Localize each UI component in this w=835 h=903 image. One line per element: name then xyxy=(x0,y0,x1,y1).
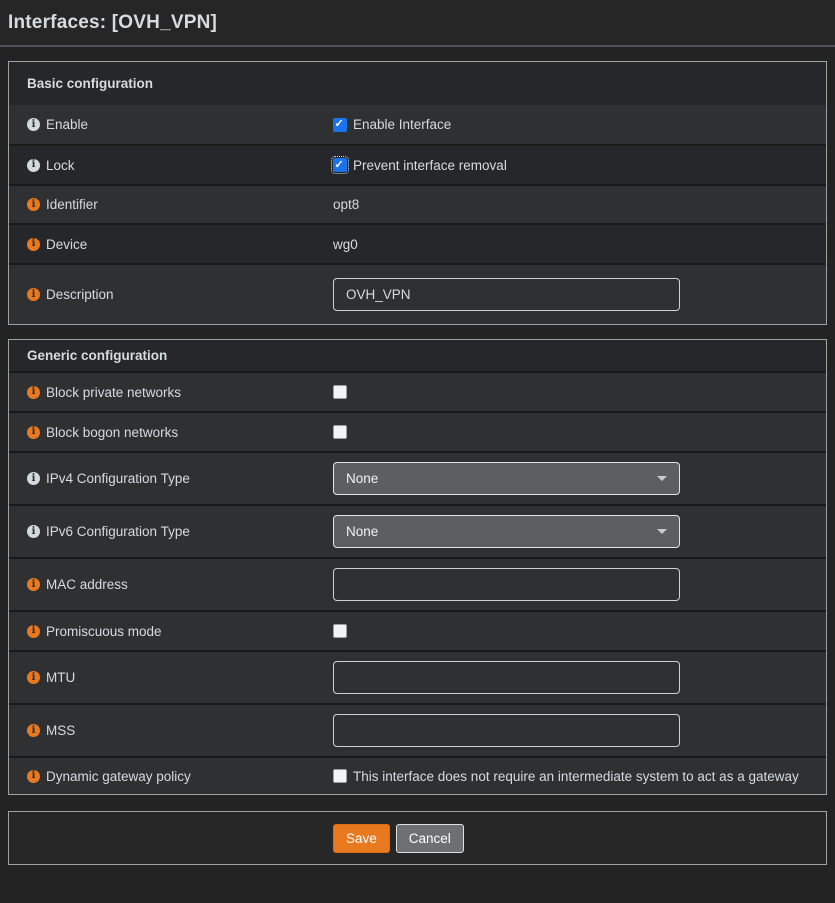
info-icon[interactable] xyxy=(27,198,40,211)
field-label: MAC address xyxy=(46,577,128,592)
content-area: Basic configuration Enable Enable Interf… xyxy=(0,61,835,865)
mac-address-input[interactable] xyxy=(333,568,680,601)
info-icon[interactable] xyxy=(27,724,40,737)
row-mss: MSS xyxy=(9,703,826,756)
row-description: Description xyxy=(9,263,826,324)
field-label: Device xyxy=(46,237,87,252)
field-label: Promiscuous mode xyxy=(46,624,162,639)
dynamic-gateway-policy-checkbox[interactable] xyxy=(333,769,347,783)
actions-panel: Save Cancel xyxy=(8,811,827,865)
field-label: Block private networks xyxy=(46,385,181,400)
info-icon[interactable] xyxy=(27,288,40,301)
generic-configuration-table: Generic configuration Block private netw… xyxy=(8,339,827,795)
save-button[interactable]: Save xyxy=(333,824,390,853)
info-icon[interactable] xyxy=(27,426,40,439)
field-label: MSS xyxy=(46,723,75,738)
info-icon[interactable] xyxy=(27,671,40,684)
info-icon[interactable] xyxy=(27,118,40,131)
info-icon[interactable] xyxy=(27,770,40,783)
section-header-generic: Generic configuration xyxy=(9,340,826,371)
row-promiscuous-mode: Promiscuous mode xyxy=(9,610,826,650)
info-icon[interactable] xyxy=(27,578,40,591)
row-mac-address: MAC address xyxy=(9,557,826,610)
field-label: Enable xyxy=(46,117,88,132)
row-identifier: Identifier opt8 xyxy=(9,184,826,223)
field-label: Dynamic gateway policy xyxy=(46,769,191,784)
row-ipv4-configuration-type: IPv4 Configuration Type None xyxy=(9,451,826,504)
row-dynamic-gateway-policy: Dynamic gateway policy This interface do… xyxy=(9,756,826,794)
checkbox-label: Prevent interface removal xyxy=(353,158,507,173)
mtu-input[interactable] xyxy=(333,661,680,694)
field-label: Description xyxy=(46,287,114,302)
block-private-networks-checkbox[interactable] xyxy=(333,385,347,399)
enable-checkbox[interactable] xyxy=(333,118,347,132)
checkbox-label: This interface does not require an inter… xyxy=(353,769,799,784)
info-icon[interactable] xyxy=(27,386,40,399)
mss-input[interactable] xyxy=(333,714,680,747)
info-icon[interactable] xyxy=(27,625,40,638)
field-label: Identifier xyxy=(46,197,98,212)
identifier-value: opt8 xyxy=(333,197,359,212)
select-value: None xyxy=(346,524,378,539)
block-bogon-networks-checkbox[interactable] xyxy=(333,425,347,439)
row-device: Device wg0 xyxy=(9,223,826,263)
lock-checkbox[interactable] xyxy=(333,158,347,172)
ipv4-configuration-type-select[interactable]: None xyxy=(333,462,680,495)
field-label: MTU xyxy=(46,670,75,685)
section-header-basic: Basic configuration xyxy=(9,62,826,105)
page-title: Interfaces: [OVH_VPN] xyxy=(8,12,217,34)
checkbox-label: Enable Interface xyxy=(353,117,451,132)
chevron-down-icon xyxy=(657,529,667,534)
info-icon[interactable] xyxy=(27,525,40,538)
chevron-down-icon xyxy=(657,476,667,481)
field-label: IPv4 Configuration Type xyxy=(46,471,190,486)
info-icon[interactable] xyxy=(27,472,40,485)
row-ipv6-configuration-type: IPv6 Configuration Type None xyxy=(9,504,826,557)
basic-configuration-table: Basic configuration Enable Enable Interf… xyxy=(8,61,827,325)
promiscuous-mode-checkbox[interactable] xyxy=(333,624,347,638)
ipv6-configuration-type-select[interactable]: None xyxy=(333,515,680,548)
field-label: Block bogon networks xyxy=(46,425,178,440)
cancel-button[interactable]: Cancel xyxy=(396,824,464,853)
page-header: Interfaces: [OVH_VPN] xyxy=(0,0,835,47)
field-label: IPv6 Configuration Type xyxy=(46,524,190,539)
row-enable: Enable Enable Interface xyxy=(9,105,826,144)
description-input[interactable] xyxy=(333,278,680,311)
info-icon[interactable] xyxy=(27,159,40,172)
row-block-bogon-networks: Block bogon networks xyxy=(9,411,826,451)
info-icon[interactable] xyxy=(27,238,40,251)
row-mtu: MTU xyxy=(9,650,826,703)
field-label: Lock xyxy=(46,158,75,173)
select-value: None xyxy=(346,471,378,486)
device-value: wg0 xyxy=(333,237,358,252)
row-lock: Lock Prevent interface removal xyxy=(9,144,826,184)
row-block-private-networks: Block private networks xyxy=(9,371,826,411)
